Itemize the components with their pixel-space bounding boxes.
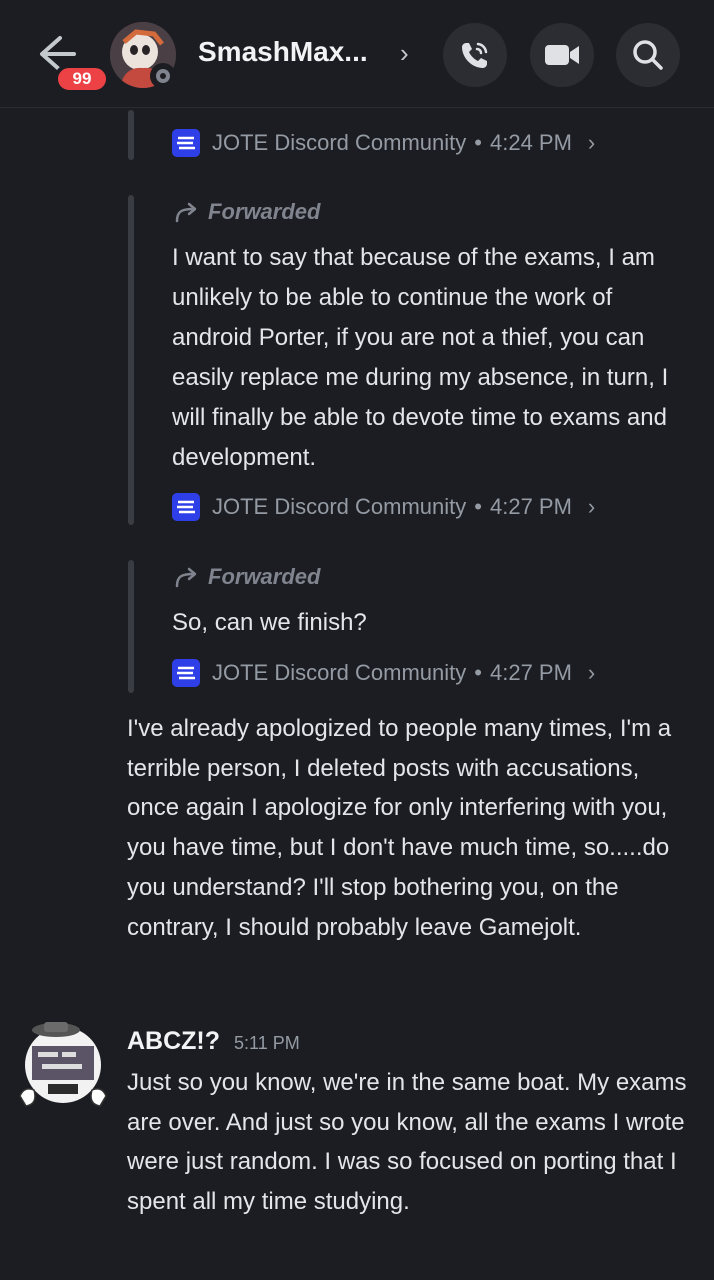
forwarded-block: Forwarded I want to say that because of … (128, 195, 668, 525)
author-avatar[interactable] (18, 1018, 108, 1108)
source-time: 4:24 PM (489, 130, 572, 155)
search-icon (633, 40, 663, 70)
message-author-row: ABCZ!? 5:11 PM (127, 1027, 300, 1056)
video-call-button[interactable] (530, 23, 594, 87)
source-server-name: JOTE Discord Community (212, 660, 467, 685)
call-button[interactable] (443, 23, 507, 87)
forward-source[interactable]: JOTE Discord Community • 4:27 PM › (172, 659, 595, 687)
chevron-right-icon[interactable]: › (400, 38, 409, 69)
source-separator: • (474, 130, 482, 155)
chevron-right-icon: › (587, 494, 596, 519)
forward-arrow-icon (175, 567, 197, 588)
source-separator: • (474, 494, 482, 519)
forward-source[interactable]: JOTE Discord Community • 4:27 PM › (172, 493, 595, 521)
forwarded-label: Forwarded (174, 564, 320, 590)
chat-header: 99 SmashMax... › (0, 0, 714, 108)
source-separator: • (474, 660, 482, 685)
unread-badge: 99 (54, 64, 110, 94)
avatar-image (19, 1022, 107, 1107)
chevron-right-icon: › (587, 660, 596, 685)
server-logo-icon (172, 659, 200, 687)
forwarded-block: Forwarded So, can we finish? JOTE Discor… (128, 560, 595, 693)
author-name[interactable]: ABCZ!? (127, 1027, 220, 1056)
forwarded-label: Forwarded (174, 199, 320, 225)
message-text: Just so you know, we're in the same boat… (127, 1069, 687, 1216)
chevron-right-icon: › (587, 130, 596, 155)
source-server-name: JOTE Discord Community (212, 130, 467, 155)
video-camera-icon (545, 45, 579, 65)
message-text: I've already apologized to people many t… (127, 715, 672, 941)
server-logo-icon (172, 493, 200, 521)
status-indicator (150, 63, 176, 89)
forwarded-block: JOTE Discord Community • 4:24 PM › (128, 110, 595, 160)
source-time: 4:27 PM (489, 660, 572, 685)
phone-call-icon (462, 42, 488, 68)
contact-name[interactable]: SmashMax... (198, 36, 368, 68)
forwarded-label-text: Forwarded (208, 564, 321, 589)
search-button[interactable] (616, 23, 680, 87)
source-time: 4:27 PM (489, 494, 572, 519)
forwarded-message-text: So, can we finish? (172, 609, 367, 636)
forwarded-message-text: I want to say that because of the exams,… (172, 244, 669, 471)
forward-arrow-icon (175, 202, 197, 223)
source-server-name: JOTE Discord Community (212, 494, 467, 519)
server-logo-icon (172, 129, 200, 157)
message-timestamp: 5:11 PM (234, 1033, 300, 1053)
forward-source[interactable]: JOTE Discord Community • 4:24 PM › (172, 129, 595, 157)
forwarded-label-text: Forwarded (208, 199, 321, 224)
